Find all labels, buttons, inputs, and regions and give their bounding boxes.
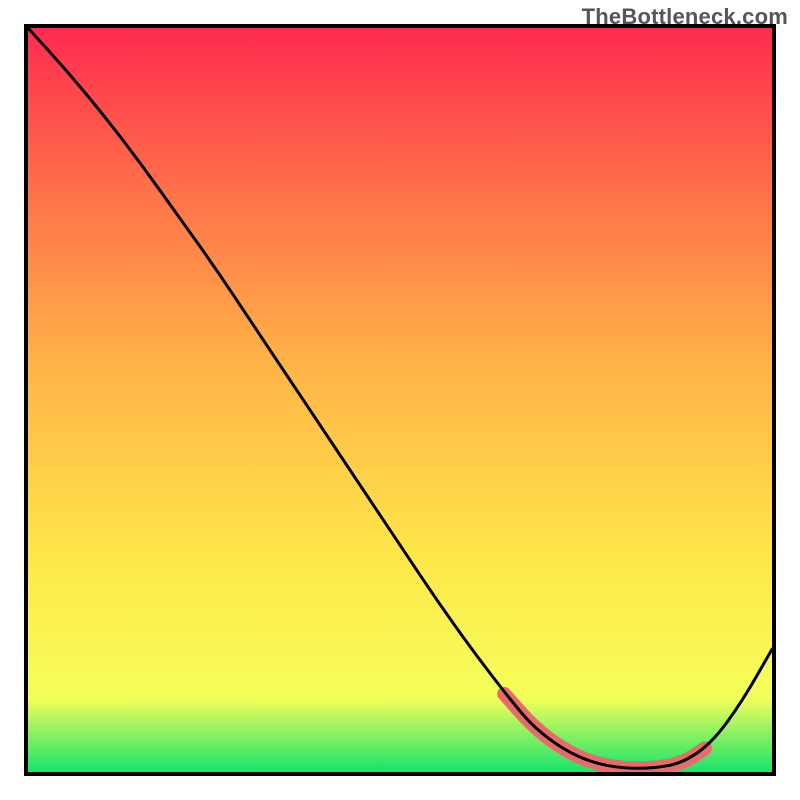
chart-container: TheBottleneck.com bbox=[0, 0, 800, 800]
chart-svg bbox=[28, 28, 772, 772]
gradient-background bbox=[28, 28, 772, 772]
plot-area bbox=[24, 24, 776, 776]
